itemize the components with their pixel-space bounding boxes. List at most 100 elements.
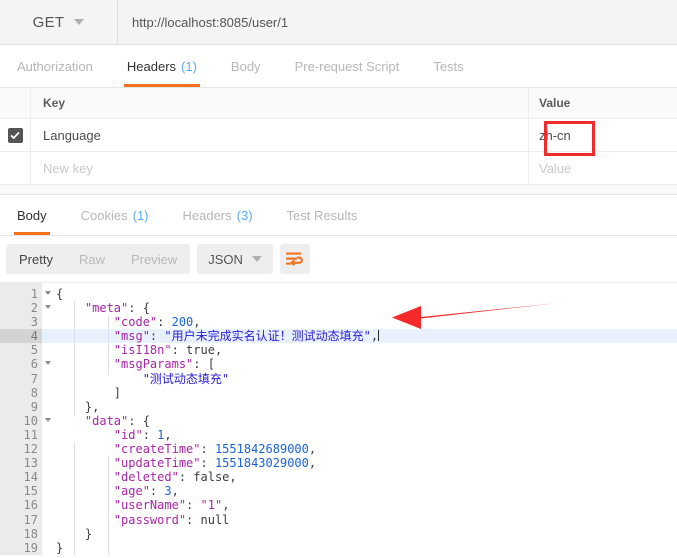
headers-table: Key Value Language zh-cn New key Value [0, 88, 677, 185]
tab-label: Body [17, 207, 47, 223]
code-token: { [56, 287, 64, 301]
line-number: 10 [0, 414, 51, 428]
code-token: , [171, 484, 179, 499]
code-token: : [200, 442, 215, 457]
line-number: 2 [0, 301, 51, 315]
code-line: "code": 200, [56, 315, 677, 329]
line-number: 19 [23, 540, 38, 555]
word-wrap-icon[interactable] [279, 244, 310, 274]
tab-authorization[interactable]: Authorization [0, 45, 110, 87]
code-token: : [178, 470, 194, 485]
tab-count: (1) [181, 58, 197, 74]
code-line: "password": null [56, 513, 677, 527]
code-token: , [222, 498, 230, 513]
header-key-input[interactable]: New key [31, 152, 529, 184]
tab-tests[interactable]: Tests [416, 45, 480, 87]
header-value-text: zh-cn [539, 127, 571, 143]
column-header-value-label: Value [539, 96, 571, 110]
view-mode-pretty[interactable]: Pretty [6, 244, 66, 274]
code-token: 1551842689000 [214, 442, 309, 457]
check-icon [10, 131, 20, 139]
line-number-gutter: 1 2 3 4 5 6 7 8 9 10 11 12 13 14 15 16 17 18 19 [0, 283, 51, 555]
line-number: 8 [30, 385, 38, 400]
response-tab-body[interactable]: Body [0, 195, 64, 235]
view-mode-group: Pretty Raw Preview [6, 244, 191, 274]
column-header-value: Value [529, 88, 677, 118]
row-checkbox[interactable] [7, 127, 23, 143]
code-token: : [ [193, 357, 215, 372]
tab-label: Headers [182, 207, 232, 223]
tab-headers[interactable]: Headers (1) [110, 45, 214, 87]
code-token: , [308, 456, 317, 471]
header-row-check-spacer [0, 88, 31, 118]
header-value-text: Value [539, 160, 572, 176]
response-tab-cookies[interactable]: Cookies (1) [64, 195, 166, 235]
view-mode-raw[interactable]: Raw [66, 244, 118, 274]
line-number: 11 [23, 427, 38, 442]
header-value-input[interactable]: zh-cn [529, 119, 677, 151]
column-header-key-label: Key [43, 96, 66, 110]
request-bar: GET http://localhost:8085/user/1 [0, 0, 677, 45]
code-token: "createTime" [113, 442, 201, 457]
tab-pre-request-script[interactable]: Pre-request Script [278, 45, 417, 87]
code-token: "msgParams" [113, 357, 194, 372]
line-number: 4 [0, 329, 42, 344]
response-body-toolbar: Pretty Raw Preview JSON [0, 236, 677, 282]
code-token: } [56, 540, 64, 555]
code-line: "meta": { [56, 301, 677, 315]
format-selector[interactable]: JSON [197, 244, 273, 274]
header-value-input[interactable]: Value [529, 152, 677, 184]
line-number: 15 [23, 484, 38, 499]
code-token: : [186, 512, 201, 527]
tab-label: Cookies [80, 207, 128, 223]
line-number: 17 [23, 512, 38, 527]
indent-guide [74, 301, 75, 416]
response-tab-test-results[interactable]: Test Results [270, 195, 375, 235]
code-line: "msgParams": [ [56, 357, 677, 371]
code-token: : [157, 315, 172, 330]
row-checkbox-cell [0, 152, 31, 184]
code-token: "测试动态填充" [142, 371, 230, 386]
code-line: "测试动态填充" [56, 372, 677, 386]
code-token: "deleted" [113, 470, 179, 485]
code-lines[interactable]: { "meta": { "code": 200, "msg": "用户未完成实名… [42, 283, 677, 555]
tab-label: Pre-request Script [294, 58, 400, 74]
code-line: "age": 3, [56, 484, 677, 498]
indent-guide [108, 315, 109, 375]
code-line: "updateTime": 1551843029000, [56, 456, 677, 470]
code-line: "userName": "1", [56, 498, 677, 512]
response-tab-headers[interactable]: Headers (3) [166, 195, 270, 235]
view-mode-preview[interactable]: Preview [118, 244, 190, 274]
code-line: } [56, 541, 677, 555]
response-body-code[interactable]: 1 2 3 4 5 6 7 8 9 10 11 12 13 14 15 16 17 18 19 { "meta": … [0, 282, 677, 555]
http-method-selector[interactable]: GET [0, 0, 118, 44]
chevron-down-icon [251, 256, 262, 262]
code-token: : [171, 343, 187, 358]
column-header-key: Key [31, 88, 529, 118]
response-tabs: Body Cookies (1) Headers (3) Test Results [0, 195, 677, 236]
url-input[interactable]: http://localhost:8085/user/1 [118, 0, 677, 44]
code-token: 200 [171, 315, 194, 330]
tab-body[interactable]: Body [214, 45, 278, 87]
code-token: : [142, 427, 158, 442]
code-token: , [308, 442, 317, 457]
code-token: : [149, 329, 165, 344]
code-token: , [214, 343, 223, 358]
line-number: 13 [23, 456, 38, 471]
code-token: "userName" [113, 498, 187, 513]
line-number: 9 [30, 399, 38, 414]
http-method-label: GET [32, 13, 65, 31]
code-token: , [193, 315, 201, 330]
header-key-input[interactable]: Language [31, 119, 529, 151]
code-token: "用户未完成实名认证！测试动态填充" [164, 329, 371, 344]
code-token: "code" [113, 315, 158, 330]
tab-count: (1) [132, 207, 149, 223]
